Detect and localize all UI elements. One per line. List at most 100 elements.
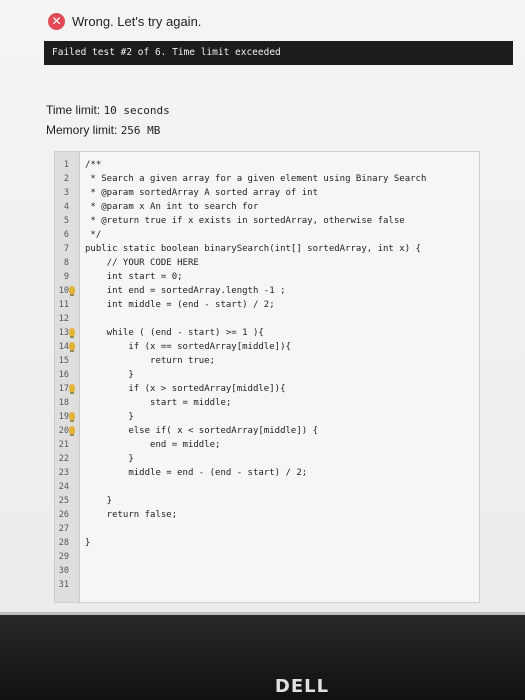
lightbulb-icon[interactable] [69, 384, 75, 394]
error-icon: ✕ [48, 12, 65, 30]
line-number: 11 [58, 300, 69, 310]
code-text: return false; [85, 510, 178, 520]
code-text: } [85, 370, 134, 380]
code-line[interactable]: 18 start = middle; [55, 396, 479, 410]
code-line[interactable]: 31 [55, 578, 479, 592]
line-number: 25 [58, 496, 69, 506]
code-line[interactable]: 8 // YOUR CODE HERE [55, 256, 479, 270]
code-text: middle = end - (end - start) / 2; [85, 468, 308, 478]
code-line[interactable]: 12 [55, 312, 479, 326]
line-number: 18 [58, 398, 69, 408]
code-line[interactable]: 19 } [55, 410, 479, 424]
code-line[interactable]: 1 /** [55, 158, 479, 172]
line-number: 21 [58, 440, 69, 450]
code-line[interactable]: 11 int middle = (end - start) / 2; [55, 298, 479, 312]
code-line[interactable]: 5 * @return true if x exists in sortedAr… [55, 214, 479, 228]
code-line[interactable]: 2 * Search a given array for a given ele… [55, 172, 479, 186]
line-number: 15 [58, 356, 69, 366]
line-number: 20 [58, 426, 69, 436]
result-status: ✕ Wrong. Let's try again. [48, 10, 201, 32]
line-number: 8 [63, 258, 69, 268]
time-limit-label: Time limit: [46, 103, 101, 117]
code-text: end = middle; [85, 440, 221, 450]
code-line[interactable]: 24 [55, 480, 479, 494]
code-line[interactable]: 29 [55, 550, 479, 564]
code-text: while ( (end - start) >= 1 ){ [85, 328, 264, 338]
code-line[interactable]: 6 */ [55, 228, 479, 242]
lightbulb-icon[interactable] [69, 426, 75, 436]
line-number: 19 [58, 412, 69, 422]
line-number: 27 [58, 524, 69, 534]
code-line[interactable]: 4 * @param x An int to search for [55, 200, 479, 214]
code-text: * @param sortedArray A sorted array of i… [85, 188, 318, 198]
code-text: if (x == sortedArray[middle]){ [85, 342, 291, 352]
code-editor[interactable]: 1 /** 2 * Search a given array for a given… [54, 151, 480, 603]
code-line[interactable]: 30 [55, 564, 479, 578]
line-number: 30 [58, 566, 69, 576]
line-number: 6 [63, 230, 69, 240]
lightbulb-icon[interactable] [69, 342, 75, 352]
code-text: // YOUR CODE HERE [85, 258, 199, 268]
status-message: Wrong. Let's try again. [72, 13, 202, 29]
code-line[interactable]: 20 else if( x < sortedArray[middle]) { [55, 424, 479, 438]
code-text: */ [85, 230, 102, 240]
code-text: } [85, 412, 134, 422]
code-line[interactable]: 23 middle = end - (end - start) / 2; [55, 466, 479, 480]
code-line[interactable]: 15 return true; [55, 354, 479, 368]
code-text: } [85, 454, 134, 464]
code-line[interactable]: 9 int start = 0; [55, 270, 479, 284]
code-line[interactable]: 14 if (x == sortedArray[middle]){ [55, 340, 479, 354]
bezel-edge [0, 612, 525, 615]
code-text: * @param x An int to search for [85, 202, 259, 212]
code-text: * @return true if x exists in sortedArra… [85, 216, 405, 226]
failure-output: Failed test #2 of 6. Time limit exceeded [44, 41, 513, 65]
code-line[interactable]: 21 end = middle; [55, 438, 479, 452]
time-limit: Time limit: 10 seconds [46, 103, 170, 117]
code-text: int end = sortedArray.length -1 ; [85, 286, 286, 296]
code-text: int middle = (end - start) / 2; [85, 300, 275, 310]
memory-limit-label: Memory limit: [46, 123, 118, 137]
code-text: /** [85, 160, 102, 170]
time-limit-value: 10 seconds [103, 104, 170, 117]
code-line[interactable]: 22 } [55, 452, 479, 466]
line-number: 13 [58, 328, 69, 338]
line-number: 3 [63, 188, 69, 198]
lightbulb-icon[interactable] [69, 412, 75, 422]
code-line[interactable]: 26 return false; [55, 508, 479, 522]
lightbulb-icon[interactable] [69, 328, 75, 338]
line-number: 23 [58, 468, 69, 478]
line-number: 16 [58, 370, 69, 380]
code-text: else if( x < sortedArray[middle]) { [85, 426, 318, 436]
line-number: 29 [58, 552, 69, 562]
code-line[interactable]: 27 [55, 522, 479, 536]
line-number: 24 [58, 482, 69, 492]
line-number: 26 [58, 510, 69, 520]
line-number: 10 [58, 286, 69, 296]
dell-logo: DELL [274, 676, 330, 697]
line-number: 1 [63, 160, 69, 170]
code-line[interactable]: 7 public static boolean binarySearch(int[… [55, 242, 479, 256]
code-line[interactable]: 13 while ( (end - start) >= 1 ){ [55, 326, 479, 340]
code-text: return true; [85, 356, 216, 366]
code-line[interactable]: 17 if (x > sortedArray[middle]){ [55, 382, 479, 396]
code-text: * Search a given array for a given eleme… [85, 174, 427, 184]
code-line[interactable]: 3 * @param sortedArray A sorted array of… [55, 186, 479, 200]
code-line[interactable]: 10 int end = sortedArray.length -1 ; [55, 284, 479, 298]
line-number: 5 [63, 216, 69, 226]
lightbulb-icon[interactable] [69, 286, 75, 296]
line-number: 9 [63, 272, 69, 282]
line-number: 28 [58, 538, 69, 548]
memory-limit-value: 256 MB [120, 124, 161, 137]
line-number: 22 [58, 454, 69, 464]
line-number: 4 [63, 202, 69, 212]
line-number: 31 [58, 580, 69, 590]
code-line[interactable]: 28} [55, 536, 479, 550]
code-line[interactable]: 25 } [55, 494, 479, 508]
code-text: public static boolean binarySearch(int[]… [85, 244, 421, 254]
code-line[interactable]: 16 } [55, 368, 479, 382]
code-text: } [85, 538, 91, 548]
line-number: 7 [63, 244, 69, 254]
code-text: } [85, 496, 113, 506]
code-text: if (x > sortedArray[middle]){ [85, 384, 286, 394]
memory-limit: Memory limit: 256 MB [46, 123, 160, 137]
